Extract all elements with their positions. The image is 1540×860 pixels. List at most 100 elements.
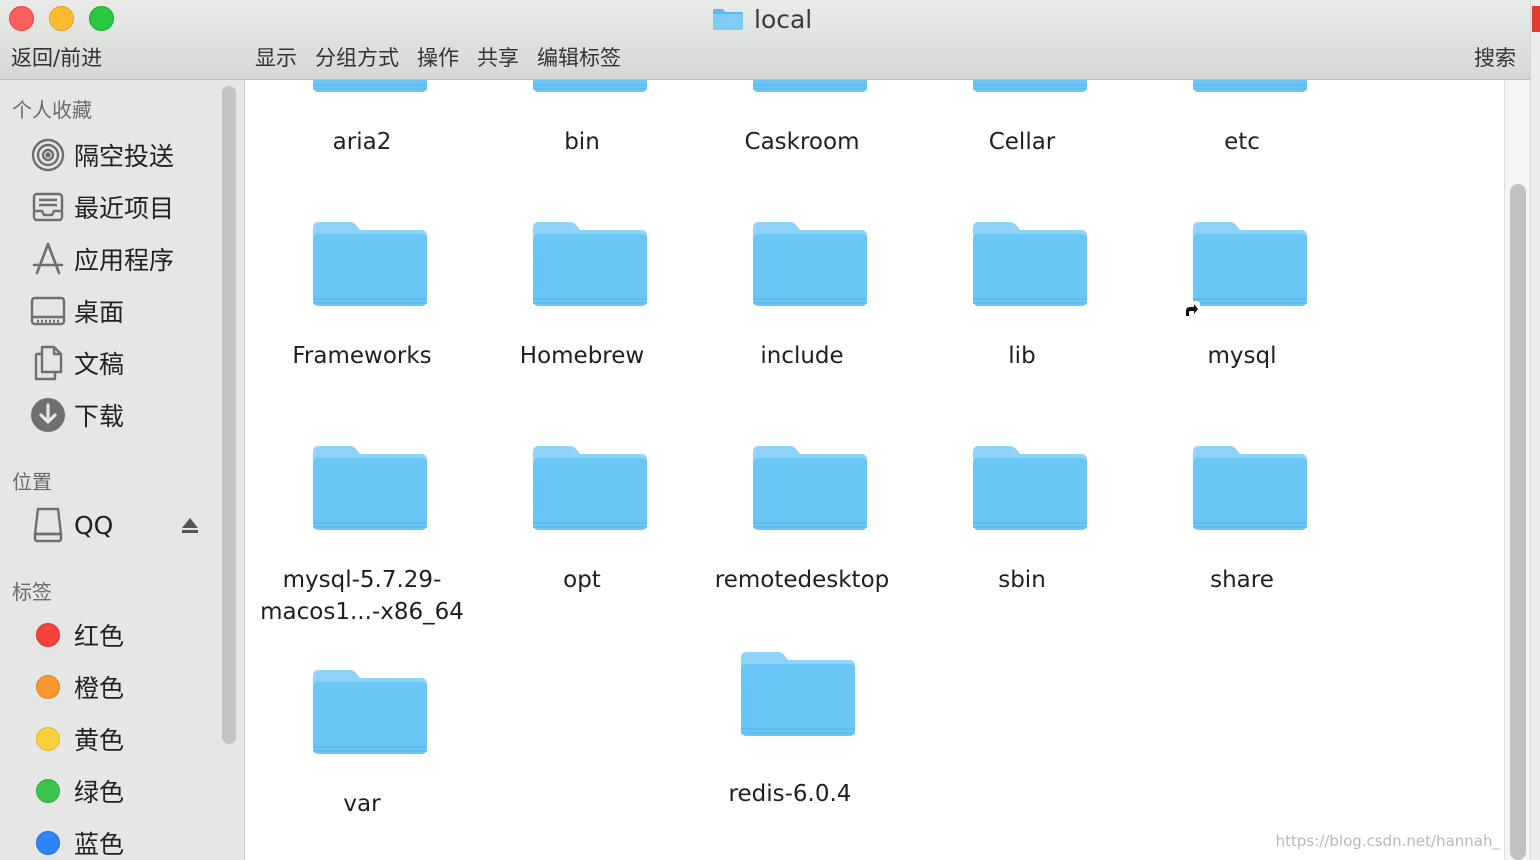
share-button[interactable]: 共享 xyxy=(477,42,519,72)
sidebar-item-downloads[interactable]: 下载 xyxy=(28,395,218,435)
sidebar-item-recents[interactable]: 最近项目 xyxy=(28,187,218,227)
folder-icon[interactable] xyxy=(1190,438,1310,538)
folder-name-line2: macos1...-x86_64 xyxy=(260,599,464,625)
back-forward-button[interactable]: 返回/前进 xyxy=(11,42,102,72)
sidebar-item-applications[interactable]: 应用程序 xyxy=(28,239,218,279)
locations-header: 位置 xyxy=(12,470,52,494)
sidebar-item-label: 橙色 xyxy=(74,674,125,703)
view-button[interactable]: 显示 xyxy=(255,42,297,72)
tag-color-dot xyxy=(36,675,60,699)
sidebar-tag-yellow[interactable]: 黄色 xyxy=(28,719,218,759)
folder-name: mysql-5.7.29- xyxy=(282,567,442,593)
group-by-button[interactable]: 分组方式 xyxy=(315,42,399,72)
tag-color-dot xyxy=(36,727,60,751)
disk-icon xyxy=(28,505,68,545)
folder-icon[interactable] xyxy=(310,80,430,100)
folder-icon[interactable] xyxy=(530,80,650,100)
folder-item[interactable]: lib xyxy=(912,80,1132,860)
folder-item[interactable]: mysql xyxy=(1132,80,1352,860)
sidebar-tag-orange[interactable]: 橙色 xyxy=(28,667,218,707)
sidebar-item-label: 绿色 xyxy=(74,778,125,807)
folder-name: mysql xyxy=(1207,343,1277,369)
watermark: https://blog.csdn.net/hannah_ xyxy=(1275,832,1500,850)
folder-item[interactable]: include xyxy=(692,80,912,860)
window-title-text: local xyxy=(754,4,813,34)
tag-color-dot xyxy=(36,831,60,855)
sidebar: 个人收藏 隔空投送 最近项目 应用程序 桌面 文稿 下载 位置 QQ 标签 红色… xyxy=(0,80,245,860)
folder-item[interactable]: bin xyxy=(472,80,692,860)
sidebar-item-label: 应用程序 xyxy=(74,246,175,275)
folder-name: share xyxy=(1210,567,1274,593)
action-button[interactable]: 操作 xyxy=(417,42,459,72)
folder-item[interactable]: share xyxy=(1132,80,1352,860)
folder-icon[interactable] xyxy=(1190,80,1310,100)
folder-icon[interactable] xyxy=(970,80,1090,100)
sidebar-scrollbar[interactable] xyxy=(222,86,236,744)
background-window-mark xyxy=(1532,6,1540,32)
folder-name: var xyxy=(343,791,381,817)
folder-name: Cellar xyxy=(988,129,1056,155)
sidebar-item-documents[interactable]: 文稿 xyxy=(28,343,218,383)
sidebar-item-label: 下载 xyxy=(74,402,125,431)
sidebar-tag-green[interactable]: 绿色 xyxy=(28,771,218,811)
applications-icon xyxy=(28,239,68,279)
sidebar-item-label: 黄色 xyxy=(74,726,125,755)
close-window-button[interactable] xyxy=(9,6,34,31)
sidebar-item-label: 桌面 xyxy=(74,298,125,327)
sidebar-item-label: 最近项目 xyxy=(74,194,175,223)
folder-icon[interactable] xyxy=(310,662,430,762)
folder-icon[interactable] xyxy=(738,644,858,744)
folder-item[interactable]: Cellar xyxy=(912,80,1132,860)
sidebar-item-label: 蓝色 xyxy=(74,830,125,859)
desktop-icon xyxy=(28,291,68,331)
folder-item[interactable]: remotedesktop xyxy=(692,80,912,860)
folder-item[interactable]: sbin xyxy=(912,80,1132,860)
folder-item[interactable]: redis-6.0.4 xyxy=(680,80,900,860)
zoom-window-button[interactable] xyxy=(89,6,114,31)
folder-item[interactable]: Frameworks xyxy=(252,80,472,860)
window-title: local xyxy=(712,4,812,34)
folder-item[interactable]: opt xyxy=(472,80,692,860)
downloads-icon xyxy=(28,395,68,435)
folder-icon[interactable] xyxy=(750,80,870,100)
airdrop-icon xyxy=(28,135,68,175)
alias-arrow-icon xyxy=(1182,301,1200,319)
folder-name: bin xyxy=(564,129,600,155)
folder-icon[interactable] xyxy=(530,438,650,538)
folder-name: sbin xyxy=(998,567,1046,593)
folder-icon[interactable] xyxy=(310,438,430,538)
sidebar-item-desktop[interactable]: 桌面 xyxy=(28,291,218,331)
folder-item[interactable]: Caskroom xyxy=(692,80,912,860)
folder-item[interactable]: mysql-5.7.29- macos1...-x86_64 xyxy=(252,80,472,860)
sidebar-item-airdrop[interactable]: 隔空投送 xyxy=(28,135,218,175)
folder-name: remotedesktop xyxy=(714,567,890,593)
folder-icon[interactable] xyxy=(310,214,430,314)
folder-icon[interactable] xyxy=(970,438,1090,538)
sidebar-item-label: 文稿 xyxy=(74,350,125,379)
folder-icon[interactable] xyxy=(750,438,870,538)
title-bar: local 返回/前进 显示 分组方式 操作 共享 编辑标签 搜索 xyxy=(0,0,1540,80)
search-button[interactable]: 搜索 xyxy=(1474,42,1516,72)
favorites-header: 个人收藏 xyxy=(12,98,92,122)
folder-name: include xyxy=(760,343,844,369)
folder-item[interactable]: var xyxy=(252,80,472,860)
folder-icon[interactable] xyxy=(1190,214,1310,314)
folder-item[interactable]: aria2 xyxy=(252,80,472,860)
minimize-window-button[interactable] xyxy=(49,6,74,31)
folder-name: Homebrew xyxy=(519,343,645,369)
folder-icon[interactable] xyxy=(530,214,650,314)
folder-item[interactable]: etc xyxy=(1132,80,1352,860)
folder-icon[interactable] xyxy=(970,214,1090,314)
sidebar-tag-red[interactable]: 红色 xyxy=(28,615,218,655)
folder-icon xyxy=(713,9,743,30)
edit-tags-button[interactable]: 编辑标签 xyxy=(537,42,621,72)
sidebar-tag-blue[interactable]: 蓝色 xyxy=(28,823,218,860)
content-scrollbar-thumb[interactable] xyxy=(1510,184,1526,860)
folder-name: opt xyxy=(563,567,601,593)
folder-name: aria2 xyxy=(332,129,392,155)
eject-icon[interactable] xyxy=(180,516,200,536)
folder-name: Caskroom xyxy=(744,129,860,155)
folder-name: Frameworks xyxy=(292,343,432,369)
folder-icon[interactable] xyxy=(750,214,870,314)
folder-item[interactable]: Homebrew xyxy=(472,80,692,860)
